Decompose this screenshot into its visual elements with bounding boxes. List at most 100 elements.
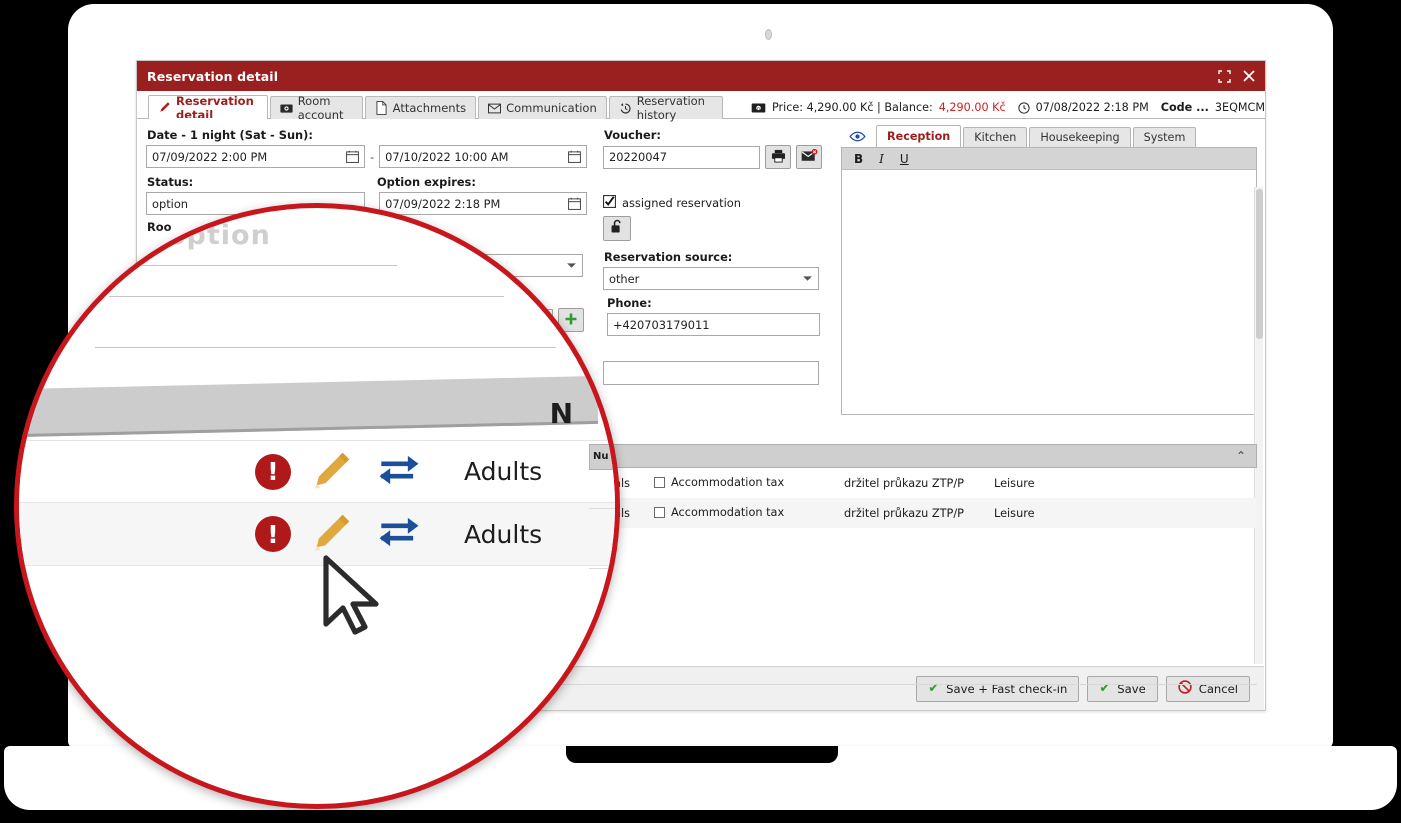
guest-purpose: Leisure — [994, 476, 1035, 490]
pencil-icon[interactable] — [310, 448, 354, 496]
status-label: Status: — [147, 175, 194, 189]
tab-reservation-detail[interactable]: Reservation detail — [148, 93, 268, 122]
tab-reservation-history[interactable]: Reservation history — [608, 94, 723, 122]
date-from-input[interactable]: 07/09/2022 2:00 PM — [146, 145, 365, 168]
assigned-reservation-label: assigned reservation — [622, 196, 741, 210]
magnified-right-sliver: Nu — [589, 208, 615, 804]
guest-accommodation-tax-cell[interactable]: Accommodation tax — [650, 468, 840, 498]
guest-ztp: držitel průkazu ZTP/P — [844, 476, 964, 490]
guest-purpose: Leisure — [994, 506, 1035, 520]
magnified-line — [109, 296, 504, 297]
magnified-ghost-text: option — [167, 220, 271, 251]
date-to-input[interactable]: 07/10/2022 10:00 AM — [379, 145, 588, 168]
mail-error-icon — [801, 148, 818, 167]
reservation-summary-info: 0 Price: 4,290.00 Kč | Balance: 4,290.00… — [751, 101, 1265, 118]
italic-button[interactable]: I — [879, 152, 884, 166]
phone-input[interactable]: +420703179011 — [607, 313, 820, 336]
tab-attachments[interactable]: Attachments — [364, 96, 477, 119]
price-balance-text: Price: 4,290.00 Kč | Balance: — [772, 101, 933, 114]
calendar-icon[interactable] — [346, 150, 359, 163]
banknote-icon: 0 — [751, 102, 766, 113]
voucher-label: Voucher: — [604, 128, 661, 142]
option-expires-label: Option expires: — [377, 175, 476, 189]
cash-icon — [280, 102, 293, 115]
magnified-line — [129, 265, 397, 266]
notes-tab-label: Kitchen — [974, 131, 1017, 144]
svg-text:0: 0 — [757, 106, 760, 112]
extra-field-input[interactable] — [603, 361, 819, 385]
notes-tab-reception[interactable]: Reception — [876, 125, 962, 147]
notes-visibility-toggle[interactable] — [841, 127, 874, 147]
tab-label: Room account — [297, 94, 344, 122]
laptop-camera-icon — [765, 29, 772, 40]
magnified-row-label: Adults — [464, 519, 543, 549]
balance-value: 4,290.00 Kč — [938, 101, 1006, 114]
magnified-guest-row[interactable]: ! Adults — [19, 503, 615, 566]
scrollbar-thumb[interactable] — [1256, 189, 1263, 339]
window-title: Reservation detail — [147, 68, 279, 84]
magnified-guest-row[interactable]: ! Adults — [19, 440, 615, 503]
code-label: Code ... — [1160, 101, 1209, 114]
voucher-value: 20220047 — [609, 150, 667, 164]
guest-ztp: držitel průkazu ZTP/P — [844, 506, 964, 520]
reservation-timestamp: 07/08/2022 2:18 PM — [1035, 101, 1149, 114]
main-tabstrip: Reservation detail Room account Attachme… — [137, 91, 1265, 122]
voucher-input[interactable]: 20220047 — [603, 145, 760, 169]
tab-label: Reservation history — [636, 94, 705, 122]
tab-label: Communication — [506, 101, 597, 115]
reservation-source-value: other — [609, 271, 640, 286]
notes-tab-system[interactable]: System — [1132, 127, 1197, 147]
status-option-labels-row: Status: Option expires: — [146, 172, 593, 192]
magnifier-content: option N ! Adults ! Adults Nu — [19, 208, 615, 804]
accommodation-tax-checkbox[interactable] — [654, 476, 665, 488]
phone-value: +420703179011 — [613, 317, 710, 332]
date-to-value: 07/10/2022 10:00 AM — [385, 149, 509, 164]
magnified-section-bar-text: N — [549, 397, 573, 430]
notes-tabstrip: Reception Kitchen Housekeeping System — [841, 125, 1257, 147]
eye-icon — [849, 131, 866, 145]
pencil-icon[interactable] — [310, 510, 354, 558]
close-icon[interactable] — [1243, 70, 1255, 82]
envelope-icon — [488, 102, 502, 115]
tab-label: Reservation detail — [176, 93, 254, 122]
date-range-row: 07/09/2022 2:00 PM - 07/10/2022 10:00 AM — [146, 145, 593, 168]
send-voucher-email-button[interactable] — [796, 145, 822, 169]
accommodation-tax-checkbox[interactable] — [654, 506, 665, 518]
accommodation-tax-label: Accommodation tax — [671, 475, 785, 489]
magnified-sliver-line — [589, 568, 615, 569]
chevron-down-icon[interactable] — [802, 275, 813, 282]
notes-tab-housekeeping[interactable]: Housekeeping — [1029, 127, 1131, 147]
print-voucher-button[interactable] — [765, 145, 791, 169]
screenshot-stage: Reservation detail Reservation detail Ro… — [0, 0, 1401, 823]
notes-tab-kitchen[interactable]: Kitchen — [963, 127, 1028, 147]
magnified-line — [95, 347, 556, 348]
assigned-reservation-row[interactable]: assigned reservation — [603, 195, 831, 211]
guest-accommodation-tax-cell[interactable]: Accommodation tax — [650, 498, 840, 528]
notes-tab-label: Reception — [887, 130, 951, 143]
underline-button[interactable]: U — [900, 152, 909, 166]
swap-arrows-icon[interactable] — [376, 453, 422, 491]
tab-room-account[interactable]: Room account — [269, 94, 363, 122]
magnified-sliver-bar: Nu — [589, 444, 615, 470]
notes-formatting-toolbar: B I U — [842, 148, 1256, 170]
notes-textarea[interactable] — [842, 170, 1256, 414]
window-controls — [1218, 69, 1255, 83]
calendar-icon[interactable] — [568, 150, 582, 163]
magnified-row-label: Adults — [464, 457, 543, 486]
accommodation-tax-label: Accommodation tax — [671, 505, 785, 519]
notes-editor: B I U — [841, 147, 1257, 415]
magnified-sliver-line — [589, 628, 615, 629]
alert-circle-icon[interactable]: ! — [255, 516, 291, 552]
swap-arrows-icon[interactable] — [376, 515, 422, 553]
bold-button[interactable]: B — [854, 152, 863, 166]
tab-communication[interactable]: Communication — [478, 96, 607, 119]
window-titlebar: Reservation detail — [137, 61, 1265, 91]
reservation-source-select[interactable]: other — [603, 267, 819, 290]
magnified-sliver-line — [589, 508, 615, 509]
alert-circle-icon[interactable]: ! — [255, 453, 291, 490]
restore-icon[interactable] — [1218, 69, 1231, 83]
chevron-up-icon[interactable]: ⌃ — [1236, 449, 1250, 463]
magnifier-overlay: option N ! Adults ! Adults Nu — [14, 203, 620, 809]
pencil-icon — [158, 101, 171, 114]
magnified-sliver-text: Nu — [593, 451, 609, 462]
